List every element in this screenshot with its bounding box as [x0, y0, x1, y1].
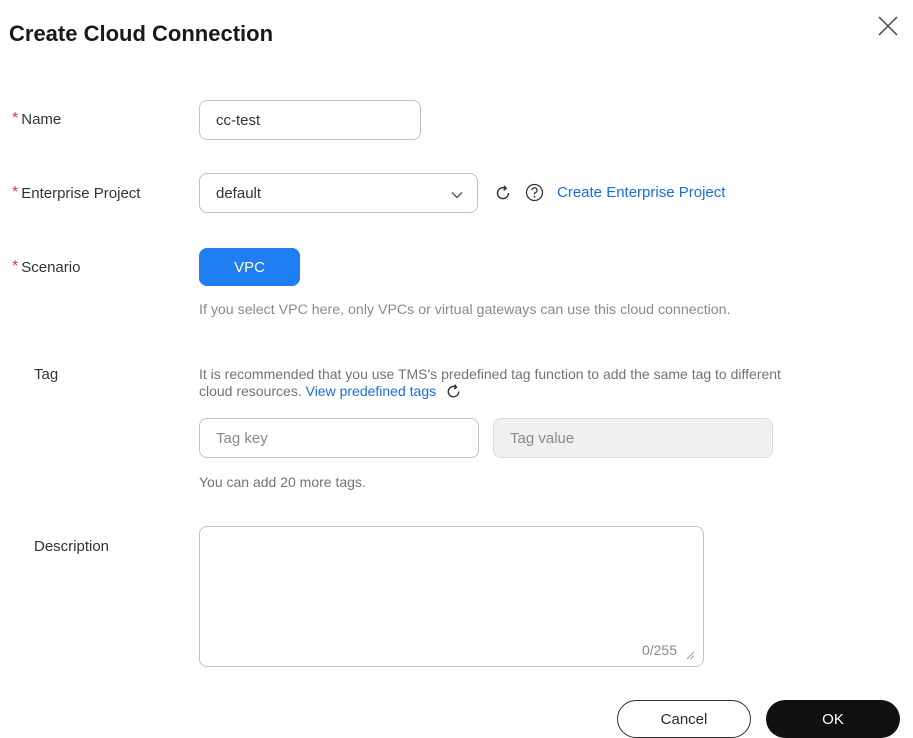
- help-icon[interactable]: [525, 183, 544, 207]
- resize-handle-icon[interactable]: [685, 647, 695, 660]
- description-char-counter: 0/255: [641, 642, 677, 658]
- refresh-icon[interactable]: [445, 383, 462, 400]
- description-textarea[interactable]: 0/255: [199, 526, 704, 667]
- scenario-hint: If you select VPC here, only VPCs or vir…: [199, 302, 731, 318]
- tag-value-placeholder: Tag value: [510, 429, 575, 447]
- create-cloud-connection-dialog: Create Cloud Connection * Name cc-test *…: [0, 0, 913, 738]
- tag-hint-line2-row: cloud resources. View predefined tags: [199, 383, 899, 400]
- vpc-scenario-button[interactable]: VPC: [199, 248, 300, 286]
- enterprise-project-value: default: [216, 184, 262, 202]
- tag-remaining-hint: You can add 20 more tags.: [199, 474, 366, 490]
- dialog-title: Create Cloud Connection: [9, 21, 274, 46]
- tag-hint-line1: It is recommended that you use TMS's pre…: [199, 366, 781, 382]
- ok-button[interactable]: OK: [766, 700, 900, 738]
- scenario-label: * Scenario: [12, 258, 80, 276]
- tag-hint: It is recommended that you use TMS's pre…: [199, 366, 899, 400]
- view-predefined-tags-link[interactable]: View predefined tags: [306, 383, 437, 400]
- name-label: * Name: [12, 110, 61, 128]
- create-enterprise-project-link[interactable]: Create Enterprise Project: [557, 184, 725, 201]
- required-mark: *: [12, 184, 19, 201]
- tag-label: Tag: [34, 366, 59, 383]
- description-label: Description: [34, 538, 110, 555]
- tag-hint-line2: cloud resources.: [199, 383, 302, 399]
- enterprise-project-label: * Enterprise Project: [12, 184, 140, 202]
- tag-value-input: Tag value: [493, 418, 773, 458]
- enterprise-project-label-text: Enterprise Project: [21, 184, 141, 202]
- refresh-icon[interactable]: [494, 184, 512, 207]
- tag-key-placeholder: Tag key: [216, 429, 268, 447]
- enterprise-project-select[interactable]: default: [199, 173, 478, 213]
- chevron-down-icon: [451, 188, 463, 200]
- name-input-value: cc-test: [216, 111, 261, 129]
- name-input[interactable]: cc-test: [199, 100, 421, 140]
- name-label-text: Name: [21, 110, 62, 128]
- required-mark: *: [12, 258, 19, 275]
- close-icon[interactable]: [876, 14, 900, 38]
- cancel-button[interactable]: Cancel: [617, 700, 751, 738]
- tag-key-input[interactable]: Tag key: [199, 418, 479, 458]
- required-mark: *: [12, 110, 19, 127]
- scenario-label-text: Scenario: [21, 258, 81, 276]
